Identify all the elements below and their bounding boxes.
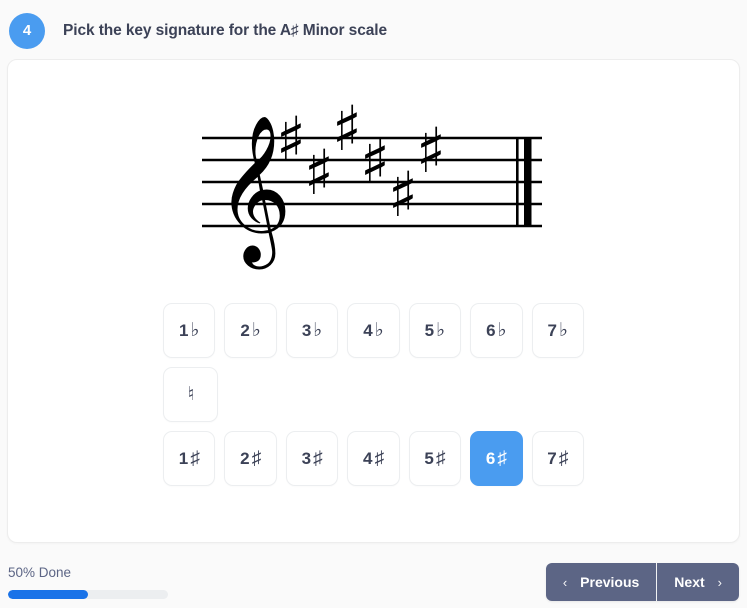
flat-icon: ♭ [436, 320, 446, 341]
next-button[interactable]: Next › [657, 563, 739, 601]
answer-count: 4 [362, 449, 374, 468]
flat-icon: ♭ [558, 320, 568, 341]
answer-4-sharp[interactable]: 4 ♯ [347, 431, 400, 486]
answer-1-sharp[interactable]: 1 ♯ [163, 431, 216, 486]
answer-6-sharp[interactable]: 6 ♯ [470, 431, 523, 486]
answer-7-sharp[interactable]: 7 ♯ [531, 431, 584, 486]
question-header: 4 Pick the key signature for the A♯ Mino… [0, 0, 747, 50]
answer-count: 7 [547, 449, 558, 468]
answer-count: 2 [240, 449, 251, 468]
answer-count: 6 [486, 321, 497, 340]
sharp-icon: ♯ [313, 448, 323, 469]
flats-row: 1 ♭ 2 ♭ 3 ♭ 4 ♭ 5 ♭ 6 ♭ 7 ♭ [163, 303, 584, 358]
answer-5-flat[interactable]: 5 ♭ [408, 303, 462, 358]
answer-count: 1 [178, 449, 190, 468]
answer-count: 7 [547, 321, 558, 340]
previous-button-label: Previous [580, 574, 640, 590]
flat-icon: ♭ [374, 320, 384, 341]
progress-bar-fill [8, 590, 88, 599]
answer-2-flat[interactable]: 2 ♭ [224, 303, 277, 358]
key-signature-sharps: ♯ ♯ ♯ ♯ ♯ ♯ [276, 92, 446, 231]
sharps-row: 1 ♯ 2 ♯ 3 ♯ 4 ♯ 5 ♯ 6 ♯ 7 ♯ [163, 431, 584, 486]
flat-icon: ♭ [313, 320, 323, 341]
progress-label: 50% Done [8, 565, 72, 580]
chevron-right-icon: › [717, 574, 722, 590]
answer-1-flat[interactable]: 1 ♭ [163, 303, 216, 358]
answer-count: 2 [240, 321, 251, 340]
sharp-5-icon: ♯ [388, 158, 418, 231]
navigation-buttons: ‹ Previous Next › [545, 563, 739, 601]
sharp-6-icon: ♯ [416, 114, 446, 187]
answer-4-flat[interactable]: 4 ♭ [347, 303, 400, 358]
sharp-icon: ♯ [251, 448, 262, 469]
natural-icon: ♮ [187, 384, 195, 405]
sharp-2-icon: ♯ [304, 136, 334, 209]
answer-5-sharp[interactable]: 5 ♯ [408, 431, 462, 486]
sharp-1-icon: ♯ [276, 103, 306, 176]
answer-6-flat[interactable]: 6 ♭ [470, 303, 523, 358]
answer-options: 1 ♭ 2 ♭ 3 ♭ 4 ♭ 5 ♭ 6 ♭ 7 ♭ ♮ 1 ♯ 2 ♯ 3 … [8, 303, 739, 486]
sharp-icon: ♯ [374, 448, 384, 469]
answer-count: 3 [301, 321, 313, 340]
sharp-3-icon: ♯ [332, 92, 362, 165]
question-card: 𝄞 ♯ ♯ ♯ ♯ ♯ ♯ 1 ♭ 2 ♭ 3 ♭ 4 ♭ 5 ♭ 6 ♭ 7 … [7, 59, 740, 543]
flat-icon: ♭ [251, 320, 261, 341]
quiz-page: 4 Pick the key signature for the A♯ Mino… [0, 0, 747, 608]
answer-7-flat[interactable]: 7 ♭ [531, 303, 584, 358]
question-prompt: Pick the key signature for the A♯ Minor … [63, 21, 387, 39]
sharp-icon: ♯ [190, 448, 200, 469]
answer-natural[interactable]: ♮ [163, 367, 218, 422]
natural-row: ♮ [163, 367, 584, 422]
flat-icon: ♭ [497, 320, 507, 341]
progress-bar [8, 590, 168, 599]
music-staff: 𝄞 ♯ ♯ ♯ ♯ ♯ ♯ [8, 82, 739, 297]
answer-count: 4 [363, 321, 374, 340]
sharp-icon: ♯ [497, 448, 507, 469]
previous-button[interactable]: ‹ Previous [545, 563, 658, 601]
sharp-icon: ♯ [435, 448, 446, 469]
answer-3-sharp[interactable]: 3 ♯ [285, 431, 339, 486]
staff-notation: 𝄞 ♯ ♯ ♯ ♯ ♯ ♯ [201, 92, 542, 269]
flat-icon: ♭ [190, 320, 200, 341]
answer-count: 3 [301, 449, 313, 468]
answer-3-flat[interactable]: 3 ♭ [285, 303, 339, 358]
question-number-badge: 4 [9, 12, 45, 49]
answer-count: 1 [178, 321, 190, 340]
sharp-icon: ♯ [558, 448, 569, 469]
answer-count: 6 [485, 449, 497, 468]
answer-count: 5 [424, 321, 436, 340]
answer-2-sharp[interactable]: 2 ♯ [224, 431, 277, 486]
next-button-label: Next [674, 574, 705, 590]
answer-count: 5 [424, 449, 435, 468]
sharp-4-icon: ♯ [360, 125, 390, 198]
chevron-left-icon: ‹ [562, 574, 568, 590]
